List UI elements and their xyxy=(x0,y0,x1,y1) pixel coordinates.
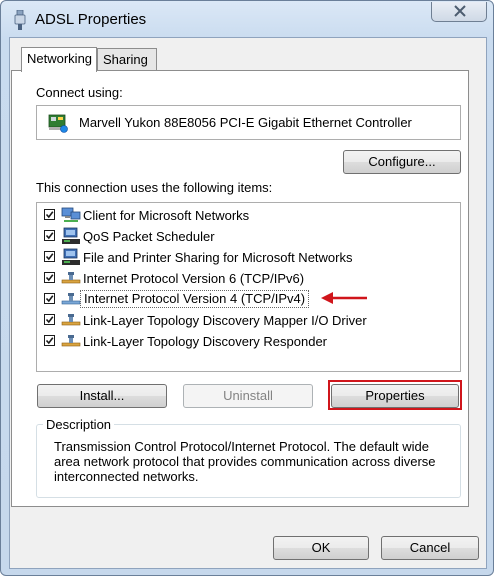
list-item[interactable]: File and Printer Sharing for Microsoft N… xyxy=(42,247,452,268)
protocol-icon xyxy=(61,290,81,308)
protocol-icon xyxy=(61,269,81,287)
install-button[interactable]: Install... xyxy=(37,384,167,408)
item-checkbox[interactable] xyxy=(44,251,55,262)
description-text: Transmission Control Protocol/Internet P… xyxy=(54,439,436,484)
list-item[interactable]: Internet Protocol Version 4 (TCP/IPv4) xyxy=(42,289,452,310)
item-label: Link-Layer Topology Discovery Mapper I/O… xyxy=(83,313,367,328)
adapter-plug-icon xyxy=(13,9,27,30)
protocol-icon xyxy=(61,332,81,350)
item-checkbox[interactable] xyxy=(44,209,55,220)
list-item[interactable]: Client for Microsoft Networks xyxy=(42,205,452,226)
checkmark-icon xyxy=(45,274,54,282)
checkmark-icon xyxy=(45,316,54,324)
checkmark-icon xyxy=(45,232,54,240)
tab-sharing[interactable]: Sharing xyxy=(97,48,157,70)
network-adapter-icon xyxy=(47,112,69,137)
tab-networking-label: Networking xyxy=(27,51,93,66)
network-client-icon xyxy=(61,206,81,224)
close-button[interactable] xyxy=(431,2,487,22)
items-label: This connection uses the following items… xyxy=(36,180,273,195)
item-checkbox[interactable] xyxy=(44,293,55,304)
item-label: File and Printer Sharing for Microsoft N… xyxy=(83,250,353,265)
list-item[interactable]: Link-Layer Topology Discovery Responder xyxy=(42,331,452,352)
title-bar[interactable]: ADSL Properties xyxy=(1,1,493,37)
cancel-button[interactable]: Cancel xyxy=(381,536,479,560)
checkmark-icon xyxy=(45,253,54,261)
item-label: Internet Protocol Version 4 (TCP/IPv4) xyxy=(80,290,310,308)
adapter-field: Marvell Yukon 88E8056 PCI-E Gigabit Ethe… xyxy=(36,105,461,140)
network-service-icon xyxy=(61,248,81,266)
item-label: Internet Protocol Version 6 (TCP/IPv6) xyxy=(83,271,305,286)
adapter-name: Marvell Yukon 88E8056 PCI-E Gigabit Ethe… xyxy=(79,115,412,130)
connect-using-label: Connect using: xyxy=(36,85,123,100)
tab-networking[interactable]: Networking xyxy=(21,47,97,72)
item-label: QoS Packet Scheduler xyxy=(83,229,215,244)
checkmark-icon xyxy=(45,337,54,345)
list-item[interactable]: Link-Layer Topology Discovery Mapper I/O… xyxy=(42,310,452,331)
items-list[interactable]: Client for Microsoft Networks QoS Packet… xyxy=(36,202,461,372)
checkmark-icon xyxy=(45,295,54,303)
dialog-window: ADSL Properties Networking Sharing Conne… xyxy=(0,0,494,576)
tab-sharing-label: Sharing xyxy=(103,52,148,67)
item-checkbox[interactable] xyxy=(44,335,55,346)
checkmark-icon xyxy=(45,211,54,219)
item-label: Link-Layer Topology Discovery Responder xyxy=(83,334,327,349)
description-legend: Description xyxy=(43,417,115,432)
ok-button[interactable]: OK xyxy=(273,536,369,560)
window-title: ADSL Properties xyxy=(35,11,147,28)
item-label: Client for Microsoft Networks xyxy=(83,208,250,223)
properties-highlight-box xyxy=(328,380,462,410)
red-arrow-annotation-icon xyxy=(319,291,369,308)
configure-button[interactable]: Configure... xyxy=(343,150,461,174)
protocol-icon xyxy=(61,311,81,329)
list-item[interactable]: Internet Protocol Version 6 (TCP/IPv6) xyxy=(42,268,452,289)
uninstall-button[interactable]: Uninstall xyxy=(183,384,313,408)
item-checkbox[interactable] xyxy=(44,314,55,325)
item-checkbox[interactable] xyxy=(44,230,55,241)
network-service-icon xyxy=(61,227,81,245)
item-checkbox[interactable] xyxy=(44,272,55,283)
list-item[interactable]: QoS Packet Scheduler xyxy=(42,226,452,247)
close-icon xyxy=(454,5,466,17)
